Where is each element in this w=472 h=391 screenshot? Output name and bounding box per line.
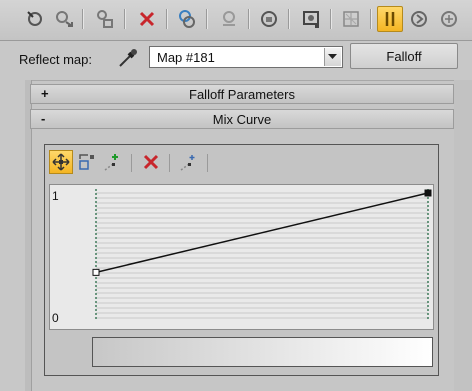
show-shaded-material-icon[interactable] (298, 6, 324, 32)
show-end-result-icon[interactable] (338, 6, 364, 32)
rollout-falloff-parameters[interactable]: + Falloff Parameters (30, 84, 454, 104)
material-editor-toolbar (0, 0, 472, 41)
chevron-down-icon[interactable] (324, 48, 341, 66)
insert-corner-point-icon[interactable] (101, 150, 125, 174)
map-name-dropdown[interactable]: Map #181 (149, 46, 343, 68)
y-max-label: 1 (52, 189, 59, 203)
curve-toolbar (45, 145, 438, 177)
map-name-value: Map #181 (157, 50, 215, 65)
right-scroll-strip (454, 80, 472, 391)
pick-material-icon[interactable] (22, 6, 48, 32)
curve-control-point[interactable] (92, 268, 100, 276)
make-unique-icon[interactable] (174, 6, 200, 32)
put-to-scene-icon[interactable] (52, 6, 78, 32)
rollout-title: Mix Curve (212, 112, 272, 127)
reset-curves-icon[interactable] (177, 150, 201, 174)
gradient-preview-bar (92, 337, 433, 367)
map-type-button[interactable]: Falloff (350, 43, 458, 69)
move-icon[interactable] (49, 150, 73, 174)
material-id-channel-icon[interactable] (256, 6, 282, 32)
reflect-map-label: Reflect map: (19, 52, 92, 67)
assign-material-icon[interactable] (92, 6, 118, 32)
y-min-label: 0 (52, 311, 59, 325)
rollout-mix-curve[interactable]: - Mix Curve (30, 109, 454, 129)
reset-map-icon[interactable] (134, 6, 160, 32)
material-map-navigator-icon[interactable] (436, 6, 462, 32)
scale-point-icon[interactable] (75, 150, 99, 174)
delete-point-icon[interactable] (139, 150, 163, 174)
curve-graph[interactable] (49, 184, 434, 330)
put-to-library-icon[interactable] (216, 6, 242, 32)
go-forward-to-sibling-icon[interactable] (406, 6, 432, 32)
eyedropper-icon[interactable] (116, 46, 140, 70)
curve-plot[interactable] (50, 185, 433, 329)
go-to-parent-icon[interactable] (377, 6, 403, 32)
curve-control-point[interactable] (424, 189, 432, 197)
rollout-title: Falloff Parameters (189, 87, 295, 102)
